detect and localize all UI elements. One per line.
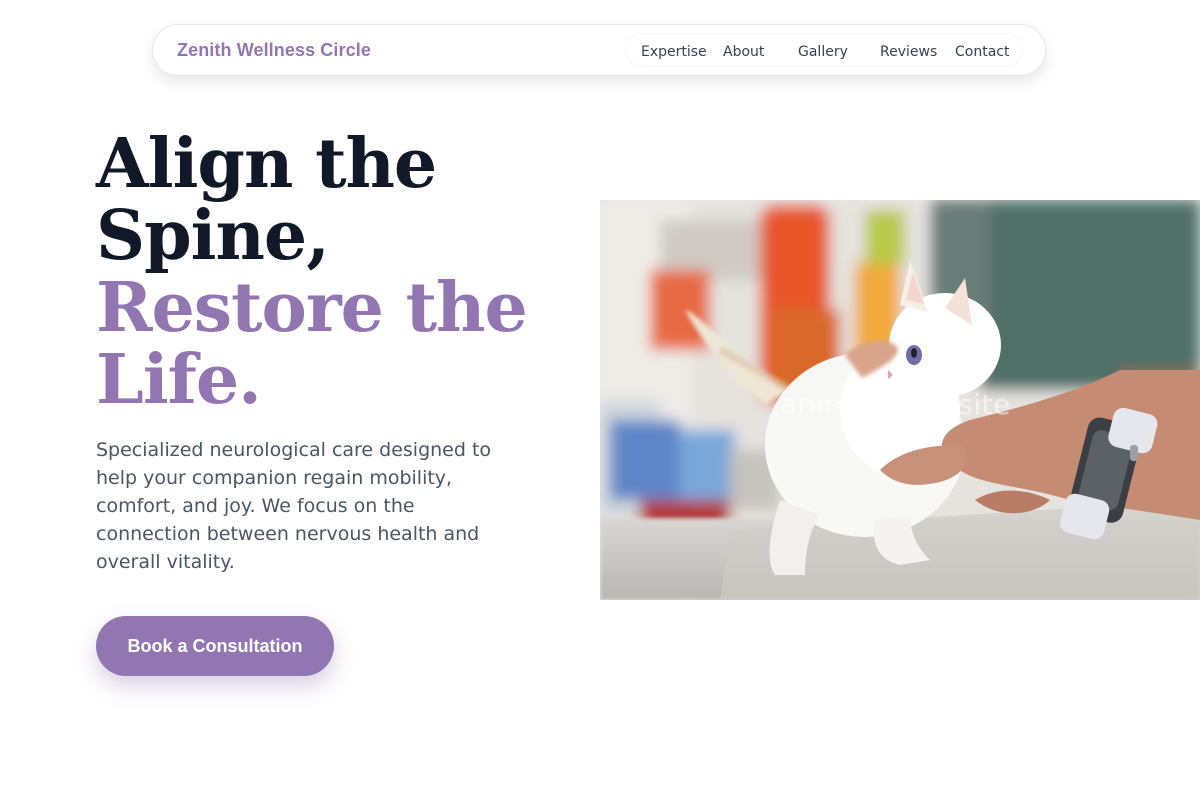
navbar: Zenith Wellness Circle Expertise About G… [152, 24, 1046, 76]
hero-photo-kitten: animalchiro.site [600, 200, 1200, 600]
book-consultation-button[interactable]: Book a Consultation [96, 616, 334, 676]
nav-link-reviews[interactable]: Reviews [880, 44, 937, 60]
hero-heading: Align the Spine, Restore the Life. [96, 128, 576, 416]
nav-link-expertise[interactable]: Expertise [641, 44, 707, 60]
hero-heading-line: Align the [96, 124, 437, 204]
nav-links: Expertise About Gallery Reviews Contact [625, 33, 1023, 67]
photo-watermark: animalchiro.site [780, 388, 1011, 421]
nav-link-contact[interactable]: Contact [955, 44, 1009, 60]
nav-link-about[interactable]: About [723, 44, 764, 60]
nav-link-gallery[interactable]: Gallery [798, 44, 848, 60]
hero-heading-accent-line: Restore the [96, 268, 528, 348]
hero-description: Specialized neurological care designed t… [96, 439, 492, 573]
hero-heading-accent-line: Life. [96, 340, 262, 420]
hero-heading-line: Spine, [96, 196, 330, 276]
brand-logo-text[interactable]: Zenith Wellness Circle [177, 40, 371, 61]
